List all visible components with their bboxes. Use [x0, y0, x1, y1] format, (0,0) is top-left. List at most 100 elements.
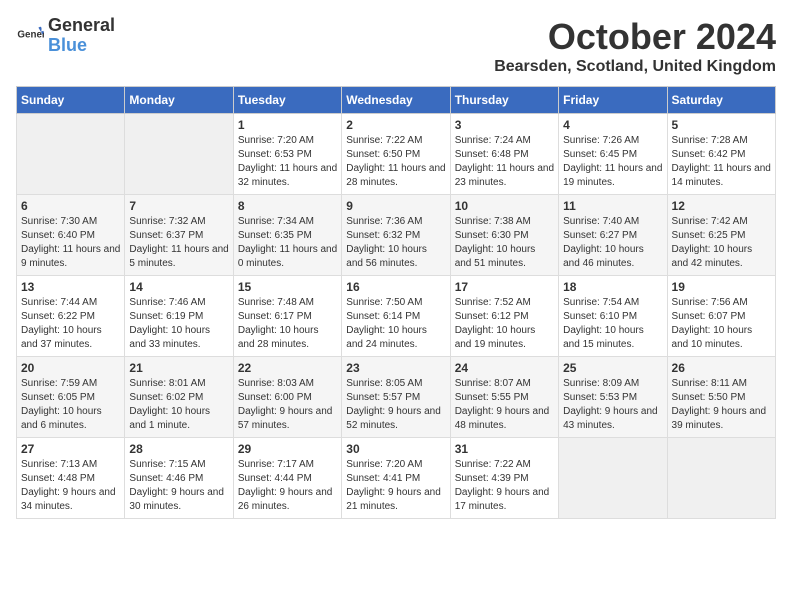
- day-number: 15: [238, 280, 337, 294]
- col-header-friday: Friday: [559, 87, 667, 114]
- header-row: SundayMondayTuesdayWednesdayThursdayFrid…: [17, 87, 776, 114]
- day-number: 19: [672, 280, 771, 294]
- day-number: 10: [455, 199, 554, 213]
- day-cell: 13Sunrise: 7:44 AMSunset: 6:22 PMDayligh…: [17, 276, 125, 357]
- col-header-sunday: Sunday: [17, 87, 125, 114]
- day-cell: 8 Sunrise: 7:34 AMSunset: 6:35 PMDaylight…: [233, 195, 341, 276]
- day-info: Sunrise: 7:52 AMSunset: 6:12 PMDaylight:…: [455, 296, 554, 352]
- day-number: 4: [563, 118, 662, 132]
- day-cell: 11 Sunrise: 7:40 AMSunset: 6:27 PMDayligh…: [559, 195, 667, 276]
- day-cell: 23 Sunrise: 8:05 AMSunset: 5:57 PMDayligh…: [342, 357, 450, 438]
- day-info: Sunrise: 7:50 AMSunset: 6:14 PMDaylight:…: [346, 296, 445, 352]
- page-header: General General Blue October 2024 Bearsd…: [16, 16, 776, 76]
- day-info: Sunrise: 7:13 AMSunset: 4:48 PMDaylight:…: [21, 458, 120, 514]
- day-number: 8: [238, 199, 337, 213]
- col-header-saturday: Saturday: [667, 87, 775, 114]
- day-number: 16: [346, 280, 445, 294]
- day-number: 29: [238, 442, 337, 456]
- day-number: 21: [129, 361, 228, 375]
- day-info: Sunrise: 8:05 AMSunset: 5:57 PMDaylight:…: [346, 377, 445, 433]
- logo-blue: Blue: [48, 36, 115, 56]
- week-row-2: 6 Sunrise: 7:30 AMSunset: 6:40 PMDaylight…: [17, 195, 776, 276]
- day-number: 14: [129, 280, 228, 294]
- day-cell: 15 Sunrise: 7:48 AMSunset: 6:17 PMDayligh…: [233, 276, 341, 357]
- day-cell: 25Sunrise: 8:09 AMSunset: 5:53 PMDayligh…: [559, 357, 667, 438]
- day-cell: 30 Sunrise: 7:20 AMSunset: 4:41 PMDayligh…: [342, 438, 450, 519]
- day-number: 31: [455, 442, 554, 456]
- day-number: 12: [672, 199, 771, 213]
- col-header-tuesday: Tuesday: [233, 87, 341, 114]
- day-info: Sunrise: 8:03 AMSunset: 6:00 PMDaylight:…: [238, 377, 337, 433]
- day-number: 20: [21, 361, 120, 375]
- day-cell: 18Sunrise: 7:54 AMSunset: 6:10 PMDayligh…: [559, 276, 667, 357]
- month-title: October 2024: [494, 16, 776, 58]
- day-number: 11: [563, 199, 662, 213]
- day-info: Sunrise: 7:20 AMSunset: 4:41 PMDaylight:…: [346, 458, 445, 514]
- day-number: 25: [563, 361, 662, 375]
- day-number: 9: [346, 199, 445, 213]
- day-cell: 1 Sunrise: 7:20 AMSunset: 6:53 PMDaylight…: [233, 114, 341, 195]
- day-cell: 24 Sunrise: 8:07 AMSunset: 5:55 PMDayligh…: [450, 357, 558, 438]
- day-cell: 29 Sunrise: 7:17 AMSunset: 4:44 PMDayligh…: [233, 438, 341, 519]
- day-info: Sunrise: 7:30 AMSunset: 6:40 PMDaylight:…: [21, 215, 120, 271]
- day-number: 18: [563, 280, 662, 294]
- day-info: Sunrise: 7:38 AMSunset: 6:30 PMDaylight:…: [455, 215, 554, 271]
- day-info: Sunrise: 7:42 AMSunset: 6:25 PMDaylight:…: [672, 215, 771, 271]
- day-cell: [125, 114, 233, 195]
- day-info: Sunrise: 7:22 AMSunset: 4:39 PMDaylight:…: [455, 458, 554, 514]
- logo: General General Blue: [16, 16, 115, 56]
- day-number: 5: [672, 118, 771, 132]
- week-row-3: 13Sunrise: 7:44 AMSunset: 6:22 PMDayligh…: [17, 276, 776, 357]
- day-cell: 7 Sunrise: 7:32 AMSunset: 6:37 PMDaylight…: [125, 195, 233, 276]
- week-row-1: 1 Sunrise: 7:20 AMSunset: 6:53 PMDaylight…: [17, 114, 776, 195]
- day-number: 23: [346, 361, 445, 375]
- col-header-wednesday: Wednesday: [342, 87, 450, 114]
- day-info: Sunrise: 7:32 AMSunset: 6:37 PMDaylight:…: [129, 215, 228, 271]
- day-info: Sunrise: 7:59 AMSunset: 6:05 PMDaylight:…: [21, 377, 120, 433]
- day-number: 24: [455, 361, 554, 375]
- title-block: October 2024 Bearsden, Scotland, United …: [494, 16, 776, 76]
- col-header-thursday: Thursday: [450, 87, 558, 114]
- day-number: 30: [346, 442, 445, 456]
- day-cell: 4 Sunrise: 7:26 AMSunset: 6:45 PMDaylight…: [559, 114, 667, 195]
- calendar-table: SundayMondayTuesdayWednesdayThursdayFrid…: [16, 86, 776, 519]
- day-info: Sunrise: 7:36 AMSunset: 6:32 PMDaylight:…: [346, 215, 445, 271]
- day-info: Sunrise: 7:46 AMSunset: 6:19 PMDaylight:…: [129, 296, 228, 352]
- day-cell: 28 Sunrise: 7:15 AMSunset: 4:46 PMDayligh…: [125, 438, 233, 519]
- day-cell: 26Sunrise: 8:11 AMSunset: 5:50 PMDayligh…: [667, 357, 775, 438]
- day-cell: 22 Sunrise: 8:03 AMSunset: 6:00 PMDayligh…: [233, 357, 341, 438]
- day-info: Sunrise: 7:40 AMSunset: 6:27 PMDaylight:…: [563, 215, 662, 271]
- day-cell: 5Sunrise: 7:28 AMSunset: 6:42 PMDaylight…: [667, 114, 775, 195]
- day-cell: 27 Sunrise: 7:13 AMSunset: 4:48 PMDayligh…: [17, 438, 125, 519]
- day-number: 27: [21, 442, 120, 456]
- day-cell: 3Sunrise: 7:24 AMSunset: 6:48 PMDaylight…: [450, 114, 558, 195]
- day-cell: 12 Sunrise: 7:42 AMSunset: 6:25 PMDayligh…: [667, 195, 775, 276]
- day-info: Sunrise: 7:44 AMSunset: 6:22 PMDaylight:…: [21, 296, 120, 352]
- day-number: 6: [21, 199, 120, 213]
- day-number: 22: [238, 361, 337, 375]
- logo-icon: General: [16, 22, 44, 50]
- week-row-4: 20 Sunrise: 7:59 AMSunset: 6:05 PMDayligh…: [17, 357, 776, 438]
- day-number: 2: [346, 118, 445, 132]
- day-info: Sunrise: 7:48 AMSunset: 6:17 PMDaylight:…: [238, 296, 337, 352]
- day-info: Sunrise: 8:07 AMSunset: 5:55 PMDaylight:…: [455, 377, 554, 433]
- logo-general: General: [48, 16, 115, 36]
- day-cell: 10 Sunrise: 7:38 AMSunset: 6:30 PMDayligh…: [450, 195, 558, 276]
- day-cell: 9 Sunrise: 7:36 AMSunset: 6:32 PMDaylight…: [342, 195, 450, 276]
- day-number: 7: [129, 199, 228, 213]
- day-cell: 20 Sunrise: 7:59 AMSunset: 6:05 PMDayligh…: [17, 357, 125, 438]
- day-info: Sunrise: 7:34 AMSunset: 6:35 PMDaylight:…: [238, 215, 337, 271]
- col-header-monday: Monday: [125, 87, 233, 114]
- day-info: Sunrise: 7:26 AMSunset: 6:45 PMDaylight:…: [563, 134, 662, 190]
- day-info: Sunrise: 7:56 AMSunset: 6:07 PMDaylight:…: [672, 296, 771, 352]
- day-info: Sunrise: 7:24 AMSunset: 6:48 PMDaylight:…: [455, 134, 554, 190]
- day-info: Sunrise: 7:15 AMSunset: 4:46 PMDaylight:…: [129, 458, 228, 514]
- day-info: Sunrise: 7:17 AMSunset: 4:44 PMDaylight:…: [238, 458, 337, 514]
- day-number: 28: [129, 442, 228, 456]
- day-cell: [17, 114, 125, 195]
- day-info: Sunrise: 7:20 AMSunset: 6:53 PMDaylight:…: [238, 134, 337, 190]
- week-row-5: 27 Sunrise: 7:13 AMSunset: 4:48 PMDayligh…: [17, 438, 776, 519]
- day-cell: 19 Sunrise: 7:56 AMSunset: 6:07 PMDayligh…: [667, 276, 775, 357]
- day-cell: 31 Sunrise: 7:22 AMSunset: 4:39 PMDayligh…: [450, 438, 558, 519]
- day-number: 1: [238, 118, 337, 132]
